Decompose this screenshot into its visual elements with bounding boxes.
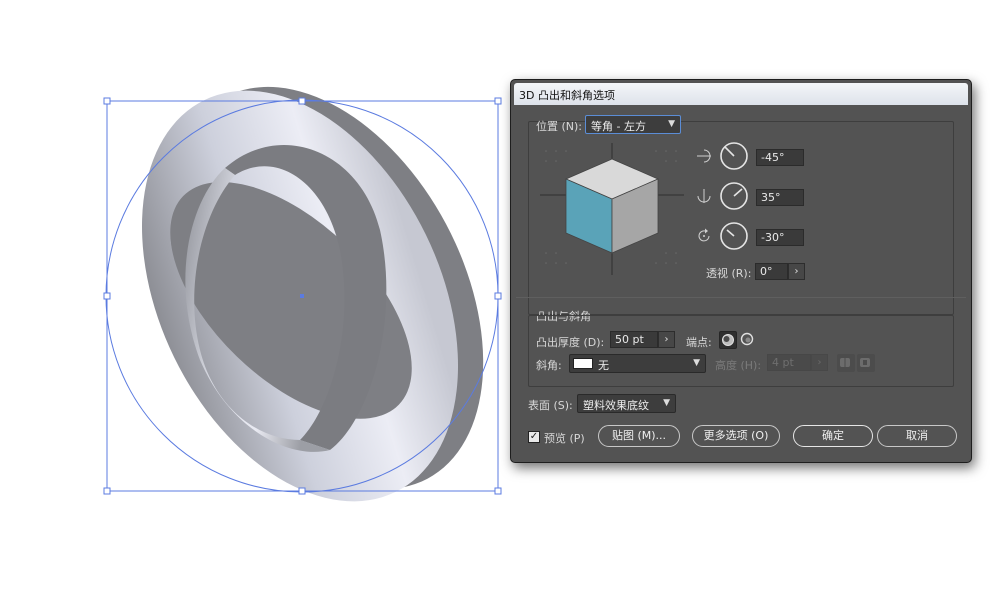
- bevel-out-button: [837, 354, 855, 372]
- surface-label: 表面 (S):: [528, 399, 573, 412]
- more-options-button[interactable]: 更多选项 (O): [692, 425, 780, 447]
- z-rotation-field[interactable]: -30°: [756, 229, 804, 246]
- depth-field[interactable]: 50 pt: [610, 331, 658, 348]
- position-preset-value: 等角 - 左方: [591, 120, 646, 133]
- bevel-swatch: [573, 358, 593, 369]
- bevel-in-icon: [860, 358, 870, 367]
- depth-stepper[interactable]: ›: [658, 331, 675, 348]
- illustrator-canvas[interactable]: 3D 凸出和斜角选项 位置 (N): 等角 - 左方 ▼ -45° 35° -3…: [0, 0, 1000, 599]
- dialog-body: 位置 (N): 等角 - 左方 ▼ -45° 35° -30° 透视 (R): …: [514, 105, 968, 458]
- ok-button[interactable]: 确定: [793, 425, 873, 447]
- rotate-x-axis-icon: [697, 149, 711, 163]
- perspective-label: 透视 (R):: [706, 267, 752, 280]
- surface-value: 塑料效果底纹: [583, 399, 649, 412]
- bevel-label: 斜角:: [536, 359, 562, 372]
- section-divider: [516, 297, 966, 298]
- y-rotation-dial[interactable]: [719, 181, 749, 211]
- bevel-dropdown[interactable]: 无 ▼: [569, 354, 706, 373]
- height-stepper: ›: [811, 354, 828, 371]
- bevel-in-button: [857, 354, 875, 372]
- chevron-down-icon: ▼: [668, 119, 675, 129]
- bevel-value: 无: [598, 359, 609, 372]
- y-rotation-field[interactable]: 35°: [756, 189, 804, 206]
- position-preset-dropdown[interactable]: 等角 - 左方 ▼: [585, 115, 681, 134]
- height-field: 4 pt: [767, 354, 811, 371]
- cap-off-icon: [740, 332, 754, 346]
- cap-on-button[interactable]: [719, 331, 737, 349]
- cap-label: 端点:: [686, 336, 712, 349]
- map-button[interactable]: 贴图 (M)...: [598, 425, 680, 447]
- bevel-out-icon: [840, 358, 850, 367]
- extrude-bevel-dialog[interactable]: 3D 凸出和斜角选项 位置 (N): 等角 - 左方 ▼ -45° 35° -3…: [510, 79, 972, 463]
- surface-dropdown[interactable]: 塑料效果底纹 ▼: [577, 394, 676, 413]
- chevron-down-icon: ▼: [693, 358, 700, 368]
- rotate-y-axis-icon: [697, 189, 711, 203]
- dialog-title: 3D 凸出和斜角选项: [519, 89, 615, 102]
- depth-label: 凸出厚度 (D):: [536, 336, 605, 349]
- position-label: 位置 (N):: [536, 120, 583, 133]
- x-rotation-field[interactable]: -45°: [756, 149, 804, 166]
- center-point: [300, 294, 304, 298]
- chevron-down-icon: ▼: [663, 398, 670, 408]
- preview-checkbox[interactable]: ✓: [528, 431, 540, 443]
- x-rotation-dial[interactable]: [719, 141, 749, 171]
- perspective-field[interactable]: 0°: [755, 263, 788, 280]
- height-label: 高度 (H):: [715, 359, 762, 372]
- cancel-button[interactable]: 取消: [877, 425, 957, 447]
- rotate-z-axis-icon: [698, 228, 710, 242]
- dialog-titlebar[interactable]: 3D 凸出和斜角选项: [514, 83, 968, 105]
- extrude-section: [528, 315, 954, 387]
- preview-label: 预览 (P): [544, 432, 585, 445]
- z-rotation-dial[interactable]: [719, 221, 749, 251]
- cap-on-icon: [722, 334, 734, 346]
- cap-off-button[interactable]: [739, 331, 757, 349]
- perspective-stepper[interactable]: ›: [788, 263, 805, 280]
- rotation-cube-widget[interactable]: [536, 143, 688, 275]
